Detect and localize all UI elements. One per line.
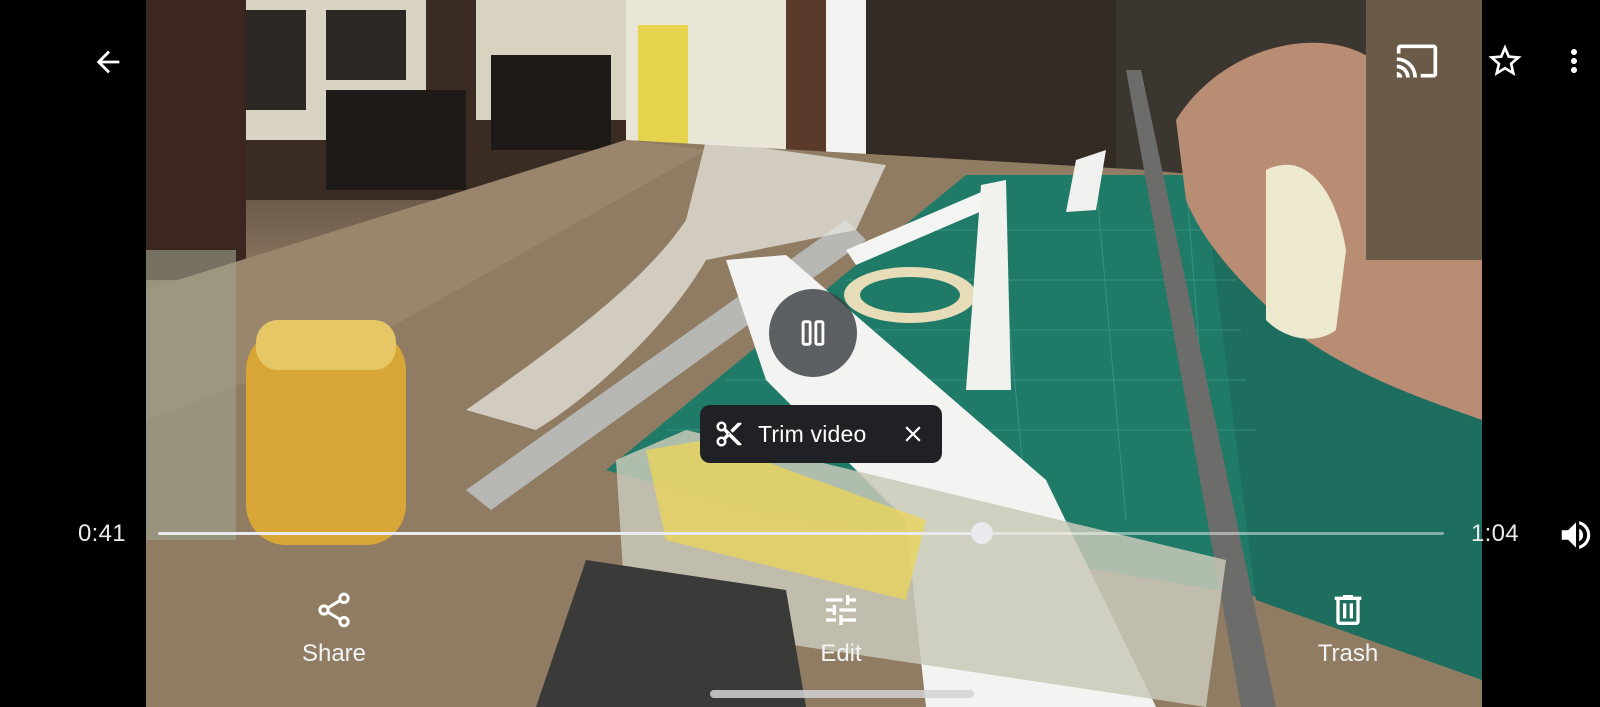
trash-label: Trash — [1317, 640, 1379, 667]
trim-video-label: Trim video — [758, 420, 867, 447]
trash-button[interactable]: Trash — [1283, 590, 1413, 680]
volume-button[interactable] — [1556, 514, 1596, 556]
cast-icon — [1396, 44, 1438, 78]
seek-bar-progress — [158, 532, 983, 535]
seek-bar[interactable] — [158, 522, 1444, 544]
arrow-back-icon — [96, 50, 120, 74]
top-toolbar — [0, 0, 1600, 110]
more-options-button[interactable] — [1556, 36, 1592, 86]
close-icon — [905, 426, 921, 442]
edit-button[interactable]: Edit — [776, 590, 906, 680]
total-time: 1:04 — [1471, 520, 1519, 547]
trim-video-chip[interactable]: Trim video — [700, 405, 942, 463]
share-label: Share — [301, 640, 367, 667]
pause-button[interactable] — [769, 289, 857, 377]
trim-chip-close-button[interactable] — [898, 419, 928, 449]
favorite-button[interactable] — [1480, 36, 1530, 86]
current-time: 0:41 — [78, 520, 126, 547]
share-button[interactable]: Share — [269, 590, 399, 680]
edit-label: Edit — [820, 640, 862, 667]
tune-icon — [826, 595, 856, 625]
scissors-icon — [716, 421, 742, 447]
home-indicator[interactable] — [710, 690, 974, 698]
volume-up-icon — [1561, 521, 1591, 549]
share-icon — [318, 592, 350, 628]
trash-icon — [1334, 595, 1362, 625]
back-button[interactable] — [84, 38, 132, 86]
pause-icon — [801, 320, 825, 346]
star-outline-icon — [1488, 44, 1522, 76]
cast-button[interactable] — [1392, 36, 1442, 86]
more-vert-icon — [1571, 49, 1577, 73]
